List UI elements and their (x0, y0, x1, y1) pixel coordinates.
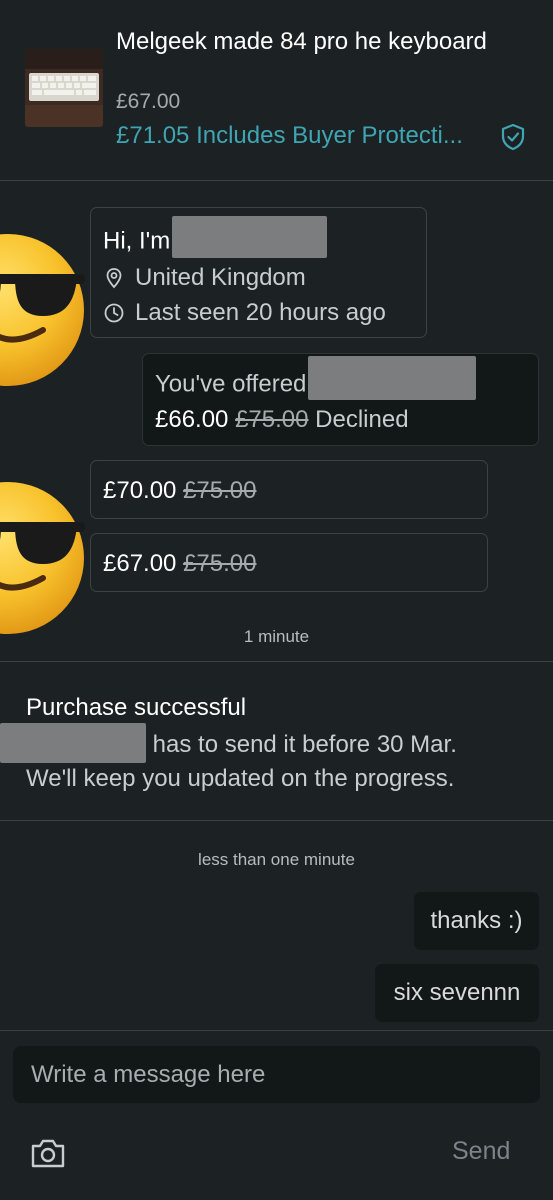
offer-prefix-line: You've offered (155, 356, 477, 400)
divider (0, 820, 553, 821)
counter-offer-bubble[interactable]: £67.00 £75.00 (90, 533, 488, 592)
counter-offer-price-line: £67.00 £75.00 (103, 550, 256, 578)
offer-status: Declined (315, 406, 409, 433)
offer-new-price: £66.00 (155, 406, 229, 433)
seller-last-seen: Last seen 20 hours ago (103, 299, 386, 327)
greeting-text: Hi, I'm (103, 227, 171, 255)
counter-offer-old-price: £75.00 (183, 477, 257, 504)
item-header[interactable]: Melgeek made 84 pro he keyboard £67.00 £… (0, 0, 553, 181)
my-offer-bubble[interactable]: You've offered £66.00 £75.00 Declined (142, 353, 539, 446)
offer-prefix: You've offered (155, 370, 307, 398)
location-pin-icon (106, 268, 122, 289)
camera-icon[interactable] (30, 1137, 66, 1169)
seller-greeting: Hi, I'm (103, 216, 328, 258)
offer-price-line: £66.00 £75.00 Declined (155, 406, 409, 434)
counter-offer-bubble[interactable]: £70.00 £75.00 (90, 460, 488, 519)
clock-icon (104, 303, 124, 323)
redacted-username (172, 216, 328, 258)
offer-old-price: £75.00 (235, 406, 309, 433)
seller-profile-card[interactable]: Hi, I'm United Kingdom Last seen 20 hour… (90, 207, 427, 338)
purchase-status-line2: We'll keep you updated on the progress. (26, 765, 455, 792)
message-timestamp: 1 minute (243, 627, 310, 646)
shield-check-icon[interactable] (500, 123, 526, 151)
redacted-username (308, 356, 477, 400)
last-seen-text: Last seen 20 hours ago (135, 299, 386, 326)
purchase-deadline-text: has to send it before 30 Mar. (152, 731, 457, 758)
item-total-with-protection[interactable]: £71.05 Includes Buyer Protecti... (116, 122, 463, 150)
location-text: United Kingdom (135, 264, 306, 291)
seller-avatar[interactable] (0, 480, 96, 635)
counter-offer-old-price: £75.00 (183, 550, 257, 577)
counter-offer-price: £67.00 (103, 550, 177, 577)
item-price: £67.00 (116, 90, 181, 113)
seller-location: United Kingdom (103, 264, 306, 292)
seller-avatar[interactable] (0, 232, 96, 387)
message-composer: Send (0, 1030, 553, 1200)
purchase-status-line1: has to send it before 30 Mar. (0, 722, 457, 763)
send-button[interactable]: Send (452, 1137, 510, 1166)
message-input[interactable] (13, 1046, 540, 1103)
counter-offer-price-line: £70.00 £75.00 (103, 477, 256, 505)
item-thumbnail[interactable] (25, 49, 103, 127)
sent-message[interactable]: six sevennn (375, 964, 539, 1022)
purchase-status-title: Purchase successful (26, 694, 247, 721)
divider (0, 661, 553, 662)
sent-message[interactable]: thanks :) (414, 892, 539, 950)
redacted-username (0, 722, 146, 763)
message-timestamp: less than one minute (198, 850, 355, 869)
item-title[interactable]: Melgeek made 84 pro he keyboard (116, 24, 536, 59)
counter-offer-price: £70.00 (103, 477, 177, 504)
